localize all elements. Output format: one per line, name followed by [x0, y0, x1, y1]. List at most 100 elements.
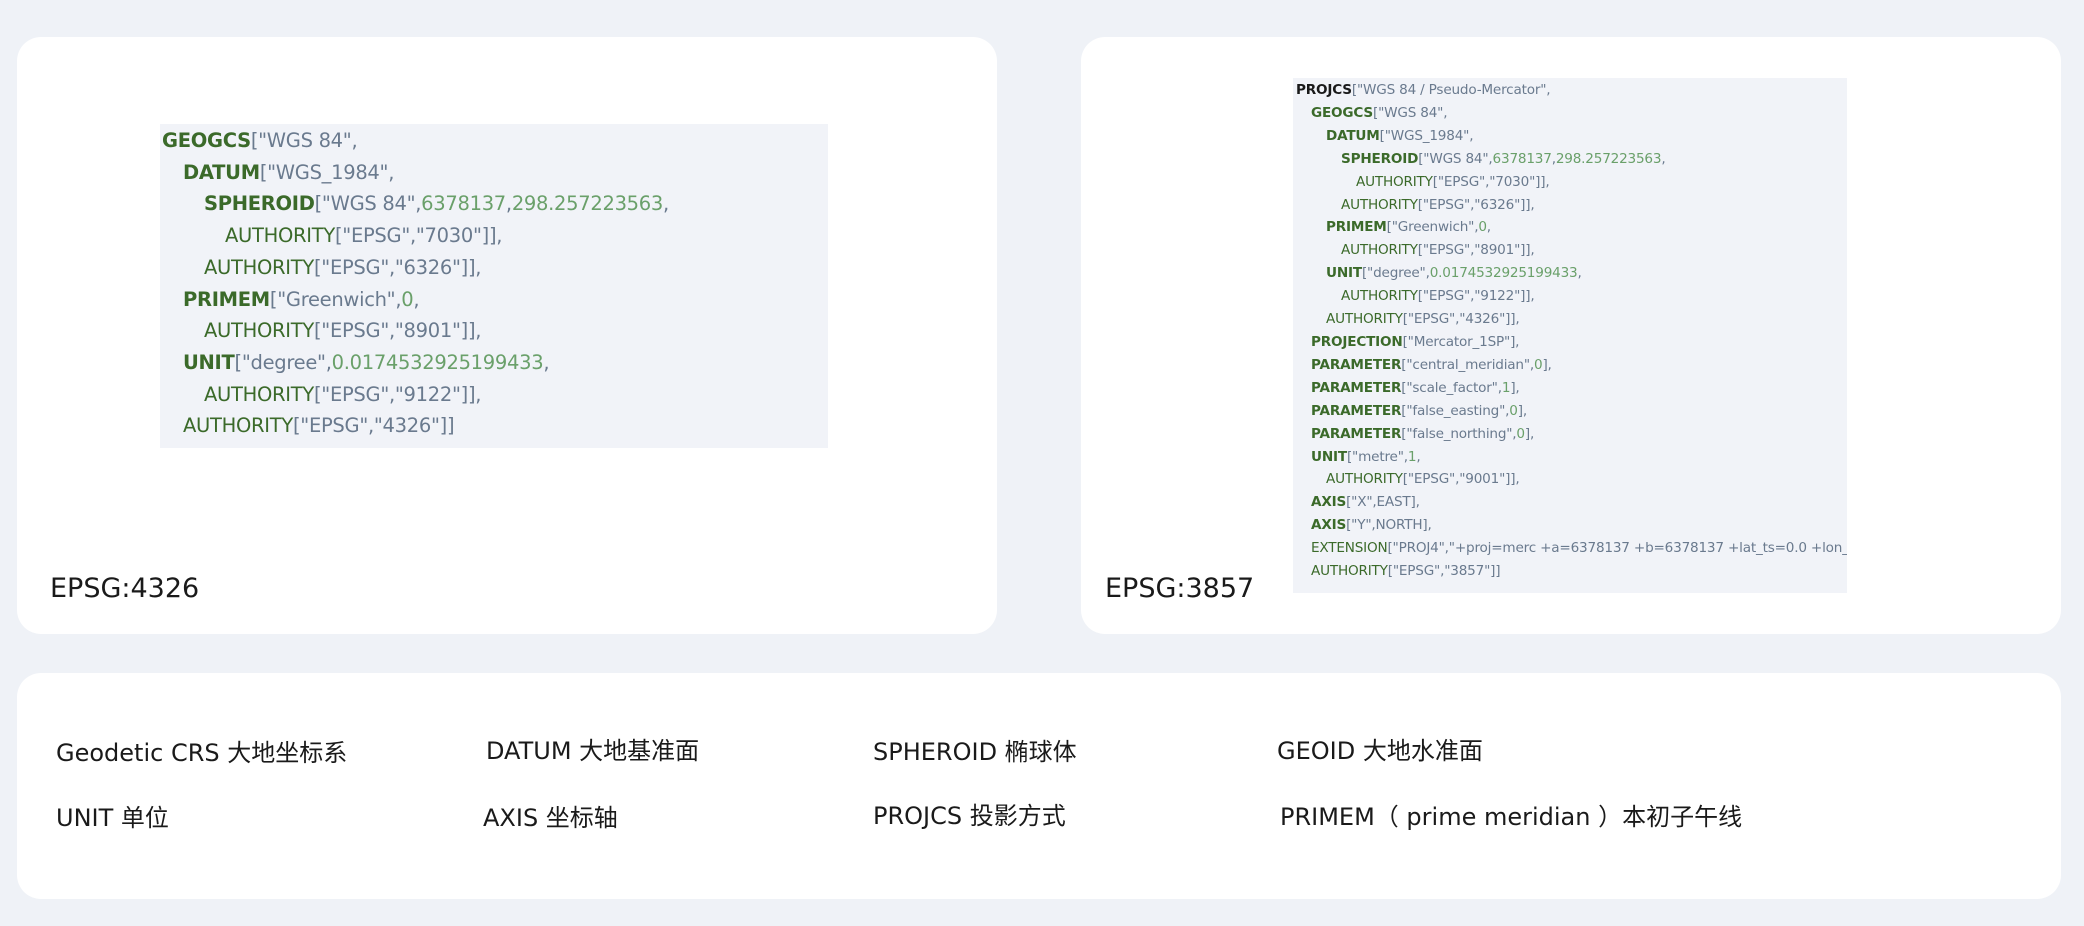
wkt-value: 0: [1478, 219, 1487, 236]
wkt-value: ,: [1416, 448, 1421, 465]
wkt-value: ["Mercator_1SP"],: [1402, 333, 1520, 350]
wkt-value: ["EPSG","3857"]]: [1387, 563, 1501, 580]
wkt-value: ,: [543, 350, 550, 374]
wkt-keyword: AUTHORITY: [1341, 242, 1418, 259]
code-line: UNIT["metre",1,: [1293, 446, 1847, 469]
wkt-keyword: PARAMETER: [1311, 402, 1402, 419]
wkt-keyword: UNIT: [1326, 265, 1362, 282]
wkt-value: ],: [1510, 379, 1520, 396]
wkt-value: ],: [1517, 402, 1527, 419]
wkt-keyword: DATUM: [1326, 127, 1380, 144]
wkt-value: ["WGS 84",: [1372, 104, 1448, 121]
epsg-3857-label: EPSG:3857: [1105, 573, 1255, 604]
glossary-geoid: GEOID 大地水准面: [1277, 737, 1483, 765]
wkt-value: ["EPSG","9001"]],: [1402, 471, 1520, 488]
wkt-value: ["false_easting",: [1401, 402, 1510, 419]
wkt-keyword: AUTHORITY: [204, 319, 314, 343]
wkt-keyword: SPHEROID: [1341, 150, 1419, 167]
code-line: PRIMEM["Greenwich",0,: [1293, 216, 1847, 239]
code-line: AXIS["X",EAST],: [1293, 491, 1847, 514]
code-line: PRIMEM["Greenwich",0,: [160, 284, 828, 316]
code-line: DATUM["WGS_1984",: [160, 157, 828, 189]
wkt-value: ["EPSG","9122"]],: [1417, 288, 1535, 305]
wkt-value: ["EPSG","7030"]],: [1432, 173, 1550, 190]
wkt-value: ["metre",: [1346, 448, 1408, 465]
wkt-value: 6378137: [1492, 150, 1552, 167]
epsg-4326-label: EPSG:4326: [50, 573, 200, 604]
wkt-keyword: UNIT: [1311, 448, 1347, 465]
glossary-datum: DATUM 大地基准面: [486, 737, 700, 765]
glossary-geodetic-crs: Geodetic CRS 大地坐标系: [56, 739, 348, 767]
code-line: UNIT["degree",0.0174532925199433,: [160, 347, 828, 379]
wkt-value: ["PROJ4","+proj=merc +a=6378137 +b=63781…: [1387, 540, 1847, 557]
wkt-value: 298.257223563: [1555, 150, 1662, 167]
code-line: EXTENSION["PROJ4","+proj=merc +a=6378137…: [1293, 537, 1847, 560]
wkt-value: ],: [1524, 425, 1535, 442]
wkt-value: 0.0174532925199433: [331, 350, 544, 374]
wkt-keyword: AUTHORITY: [225, 224, 335, 248]
glossary-spheroid: SPHEROID 椭球体: [873, 738, 1077, 766]
wkt-value: ["scale_factor",: [1401, 379, 1502, 396]
epsg-4326-wkt-code: GEOGCS["WGS 84", DATUM["WGS_1984", SPHEROI…: [160, 124, 828, 448]
code-line: PARAMETER["scale_factor",1],: [1293, 377, 1847, 400]
wkt-value: ["Y",NORTH],: [1346, 517, 1432, 534]
wkt-value: ["X",EAST],: [1346, 494, 1420, 511]
wkt-keyword: PRIMEM: [183, 287, 270, 311]
wkt-value: ["WGS 84",: [1418, 150, 1493, 167]
wkt-keyword: PROJCS: [1296, 82, 1352, 98]
epsg-3857-wkt-code: PROJCS["WGS 84 / Pseudo-Mercator", GEOGCS…: [1293, 78, 1847, 593]
code-line: PROJCS["WGS 84 / Pseudo-Mercator",: [1293, 79, 1847, 102]
wkt-value: ["WGS 84",: [314, 192, 422, 216]
code-line: AXIS["Y",NORTH],: [1293, 514, 1847, 537]
epsg-4326-card: GEOGCS["WGS 84", DATUM["WGS_1984", SPHEROI…: [17, 37, 997, 634]
wkt-keyword: EXTENSION: [1311, 540, 1388, 557]
wkt-keyword: GEOGCS: [162, 129, 251, 152]
code-line: PARAMETER["false_easting",0],: [1293, 400, 1847, 423]
code-line: AUTHORITY["EPSG","8901"]],: [1293, 239, 1847, 262]
code-line: PARAMETER["false_northing",0],: [1293, 423, 1847, 446]
wkt-keyword: AXIS: [1311, 517, 1347, 534]
wkt-value: ["degree",: [1361, 265, 1430, 282]
wkt-keyword: AUTHORITY: [204, 255, 314, 279]
wkt-value: ["EPSG","6326"]],: [313, 255, 482, 279]
wkt-value: ["WGS_1984",: [1379, 127, 1474, 144]
wkt-keyword: AUTHORITY: [204, 382, 314, 406]
wkt-value: ,: [663, 192, 669, 216]
wkt-value: ["EPSG","4326"]],: [1402, 311, 1520, 328]
glossary-card: Geodetic CRS 大地坐标系 DATUM 大地基准面 SPHEROID …: [17, 673, 2061, 899]
code-line: AUTHORITY["EPSG","6326"]],: [160, 252, 828, 284]
code-line: AUTHORITY["EPSG","9001"]],: [1293, 468, 1847, 491]
code-line: GEOGCS["WGS 84",: [160, 125, 828, 157]
wkt-value: ["EPSG","8901"]],: [313, 319, 482, 343]
wkt-keyword: UNIT: [183, 350, 235, 374]
wkt-value: 6378137: [421, 192, 506, 216]
wkt-value: 0: [1509, 402, 1518, 419]
code-line: AUTHORITY["EPSG","6326"]],: [1293, 194, 1847, 217]
code-line: SPHEROID["WGS 84",6378137,298.257223563,: [1293, 148, 1847, 171]
wkt-value: ,: [413, 287, 420, 311]
wkt-value: 0: [1516, 425, 1525, 442]
wkt-value: ["EPSG","4326"]]: [292, 414, 455, 438]
code-line: PROJECTION["Mercator_1SP"],: [1293, 331, 1847, 354]
wkt-keyword: AUTHORITY: [1341, 288, 1418, 305]
wkt-value: ["central_meridian",: [1401, 356, 1534, 373]
code-line: AUTHORITY["EPSG","7030"]],: [160, 220, 828, 252]
wkt-keyword: GEOGCS: [1311, 104, 1373, 121]
wkt-value: ["false_northing",: [1401, 425, 1517, 442]
wkt-value: ["WGS_1984",: [259, 160, 395, 184]
wkt-keyword: AUTHORITY: [1341, 196, 1418, 213]
code-line: SPHEROID["WGS 84",6378137,298.257223563,: [160, 188, 828, 220]
code-line: DATUM["WGS_1984",: [1293, 125, 1847, 148]
code-line: AUTHORITY["EPSG","9122"]],: [1293, 285, 1847, 308]
glossary-axis: AXIS 坐标轴: [483, 804, 618, 832]
wkt-value: ,: [1661, 150, 1666, 167]
glossary-projcs: PROJCS 投影方式: [873, 802, 1066, 830]
wkt-value: 0: [401, 287, 414, 311]
wkt-value: 0.0174532925199433: [1429, 265, 1578, 282]
wkt-value: ["Greenwich",: [1386, 219, 1479, 236]
wkt-value: ["WGS 84 / Pseudo-Mercator",: [1351, 82, 1551, 98]
wkt-value: 298.257223563: [511, 192, 663, 216]
wkt-value: ["EPSG","6326"]],: [1417, 196, 1535, 213]
wkt-keyword: AXIS: [1311, 494, 1347, 511]
wkt-keyword: PROJECTION: [1311, 333, 1403, 350]
